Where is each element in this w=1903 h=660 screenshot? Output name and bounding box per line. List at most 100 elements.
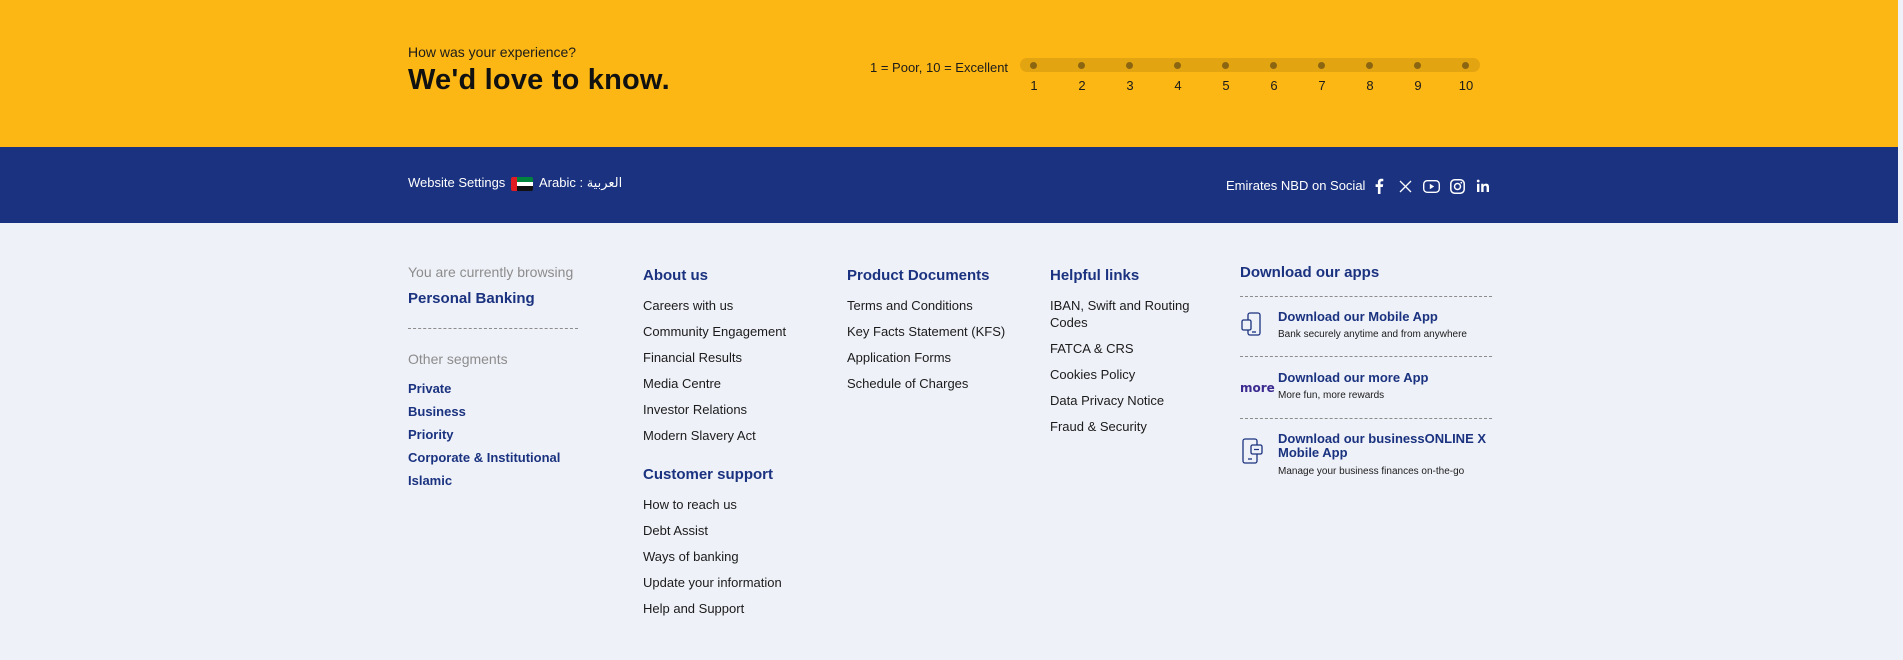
rating-option-9[interactable]: 9 [1398,58,1438,98]
helpful-link-text: IBAN, Swift and Routing [1050,298,1190,313]
instagram-icon[interactable] [1448,177,1466,195]
app-title: Download our more App [1278,370,1429,385]
helpful-column: Helpful links IBAN, Swift and Routing Co… [1050,267,1210,435]
rating-dot [1078,62,1085,69]
helpful-link-text: Codes [1050,315,1088,330]
rating-option-4[interactable]: 4 [1158,58,1198,98]
segment-link-islamic[interactable]: Islamic [408,473,578,488]
rating-dot [1414,62,1421,69]
helpful-link[interactable]: FATCA & CRS [1050,340,1210,357]
rating-number: 1 [1030,78,1038,93]
helpful-title: Helpful links [1050,267,1140,284]
rating-dot [1222,62,1229,69]
about-title: About us [643,267,708,284]
rating-dot [1318,62,1325,69]
about-link[interactable]: Community Engagement [643,323,803,340]
rating-dot [1126,62,1133,69]
rating-dot [1270,62,1277,69]
rating-option-3[interactable]: 3 [1110,58,1150,98]
mobile-app-item[interactable]: Download our Mobile App Bank securely an… [1240,310,1492,356]
website-settings-link[interactable]: Website Settings [408,175,505,190]
browsing-label: You are currently browsing [408,264,574,280]
rating-dot [1030,62,1037,69]
mobile-phone-icon [1240,311,1264,339]
social-label: Emirates NBD on Social [1226,178,1366,193]
more-app-logo: more [1240,381,1275,395]
helpful-link[interactable]: Cookies Policy [1050,366,1210,383]
app-description: Bank securely anytime and from anywhere [1278,329,1467,340]
current-segment[interactable]: Personal Banking [408,290,578,307]
facebook-icon[interactable] [1370,177,1388,195]
rating-option-8[interactable]: 8 [1350,58,1390,98]
helpful-link[interactable]: Fraud & Security [1050,418,1210,435]
feedback-band: How was your experience? We'd love to kn… [0,0,1898,147]
support-link[interactable]: How to reach us [643,496,803,513]
rating-number: 10 [1458,78,1474,93]
support-title: Customer support [643,466,774,483]
browsing-column: You are currently browsing Personal Bank… [408,264,578,496]
rating-option-2[interactable]: 2 [1062,58,1102,98]
rating-option-10[interactable]: 10 [1446,58,1486,98]
documents-link[interactable]: Key Facts Statement (KFS) [847,323,1007,340]
app-description: Manage your business finances on-the-go [1278,466,1465,477]
rating-dot [1366,62,1373,69]
divider [1240,356,1492,357]
settings-bar: Website Settings Arabic : العربية Emirat… [0,147,1898,223]
youtube-icon[interactable] [1422,177,1440,195]
app-title-line: Download our businessONLINE X [1278,431,1487,446]
feedback-question: How was your experience? [408,44,577,60]
support-link[interactable]: Update your information [643,574,803,591]
rating-number: 2 [1078,78,1086,93]
rating-dot [1462,62,1469,69]
rating-number: 7 [1318,78,1326,93]
app-title-line: Mobile App [1278,445,1348,460]
rating-number: 9 [1414,78,1422,93]
about-link[interactable]: Media Centre [643,375,803,392]
support-link[interactable]: Debt Assist [643,522,803,539]
rating-number: 6 [1270,78,1278,93]
about-link[interactable]: Investor Relations [643,401,803,418]
app-title: Download our Mobile App [1278,309,1438,324]
about-link[interactable]: Modern Slavery Act [643,427,803,444]
segment-link-business[interactable]: Business [408,404,578,419]
divider [1240,418,1492,419]
helpful-link-iban[interactable]: IBAN, Swift and Routing Codes [1050,297,1210,331]
documents-link[interactable]: Schedule of Charges [847,375,1007,392]
app-description: More fun, more rewards [1278,390,1385,401]
linkedin-icon[interactable] [1474,177,1492,195]
divider [1240,296,1492,297]
segment-link-corporate[interactable]: Corporate & Institutional [408,450,578,465]
app-title: Download our businessONLINE X Mobile App [1278,432,1492,460]
rating-option-1[interactable]: 1 [1014,58,1054,98]
support-link[interactable]: Ways of banking [643,548,803,565]
uae-flag-icon [511,177,533,191]
documents-title: Product Documents [847,267,990,284]
rating-number: 5 [1222,78,1230,93]
business-app-item[interactable]: Download our businessONLINE X Mobile App… [1240,432,1492,482]
rating-dot [1174,62,1181,69]
support-link[interactable]: Help and Support [643,600,803,617]
rating-option-7[interactable]: 7 [1302,58,1342,98]
feedback-title: We'd love to know. [408,64,670,96]
divider [408,328,578,329]
about-link[interactable]: Financial Results [643,349,803,366]
business-phone-icon [1240,437,1264,465]
documents-link[interactable]: Application Forms [847,349,1007,366]
helpful-link[interactable]: Data Privacy Notice [1050,392,1210,409]
apps-title: Download our apps [1240,264,1380,281]
language-switch[interactable]: Arabic : العربية [539,175,622,191]
documents-column: Product Documents Terms and Conditions K… [847,267,1007,392]
segment-link-private[interactable]: Private [408,381,578,396]
x-icon[interactable] [1396,177,1414,195]
more-app-item[interactable]: more Download our more App More fun, mor… [1240,371,1492,415]
rating-number: 4 [1174,78,1182,93]
rating-option-5[interactable]: 5 [1206,58,1246,98]
other-segments-label: Other segments [408,351,508,367]
segment-link-priority[interactable]: Priority [408,427,578,442]
about-link[interactable]: Careers with us [643,297,803,314]
documents-link[interactable]: Terms and Conditions [847,297,1007,314]
rating-scale-label: 1 = Poor, 10 = Excellent [870,60,1009,75]
rating-option-6[interactable]: 6 [1254,58,1294,98]
rating-number: 8 [1366,78,1374,93]
rating-number: 3 [1126,78,1134,93]
